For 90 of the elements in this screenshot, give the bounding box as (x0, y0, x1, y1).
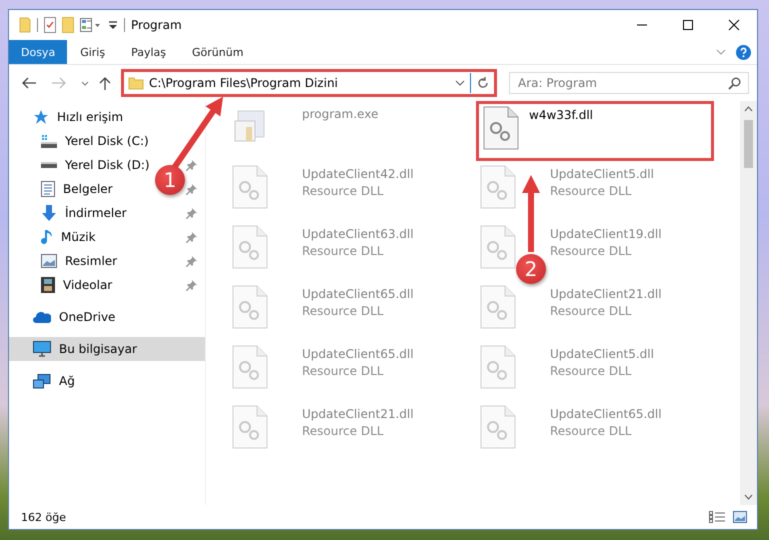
sidebar-label: Videolar (63, 278, 112, 292)
details-view-icon[interactable] (709, 511, 725, 523)
pin-icon[interactable] (186, 256, 197, 266)
file-name[interactable]: UpdateClient65.dll (302, 347, 414, 361)
down-arrow-icon (41, 205, 57, 221)
sidebar-label: Bu bilgisayar (59, 342, 137, 356)
sidebar-label: Müzik (61, 230, 96, 244)
sidebar-item[interactable]: Ağ (9, 369, 79, 393)
window-title: Program (131, 18, 182, 32)
back-arrow-icon[interactable] (21, 76, 37, 90)
document-icon (41, 181, 55, 197)
ribbon-tab[interactable]: Paylaş (118, 40, 179, 64)
drive-icon (41, 162, 57, 168)
large-icons-view-icon[interactable] (733, 511, 747, 523)
file-name[interactable]: UpdateClient63.dll (302, 227, 414, 241)
help-icon[interactable] (736, 44, 751, 60)
sidebar-item[interactable]: İndirmeler (9, 201, 131, 225)
sidebar-label: Yerel Disk (C:) (65, 134, 149, 148)
pin-icon[interactable] (186, 208, 197, 218)
sidebar-item[interactable]: Resimler (9, 249, 122, 273)
sidebar-item[interactable]: Yerel Disk (C:) (9, 129, 153, 153)
up-arrow-icon[interactable] (99, 76, 111, 90)
sidebar-item[interactable]: OneDrive (9, 305, 120, 329)
sidebar-item[interactable]: Bu bilgisayar (9, 337, 205, 361)
monitor-icon (33, 341, 51, 357)
file-name[interactable]: UpdateClient5.dll (550, 167, 654, 181)
folder-icon (128, 75, 144, 91)
up-chevron-icon[interactable] (744, 106, 753, 112)
file-description: Resource DLL (550, 184, 632, 198)
file-description: Resource DLL (302, 424, 384, 438)
sidebar-label: OneDrive (59, 310, 116, 324)
close-icon (728, 19, 740, 31)
sidebar-item[interactable]: Hızlı erişim (9, 105, 128, 129)
sidebar-item[interactable]: Belgeler (9, 177, 117, 201)
file-name[interactable]: program.exe (302, 107, 378, 121)
file-description: Resource DLL (302, 364, 384, 378)
chevron-icon[interactable] (81, 80, 89, 86)
file-name[interactable]: w4w33f.dll (529, 108, 593, 122)
film-icon (41, 277, 55, 293)
down-chevron-icon[interactable] (744, 494, 753, 500)
sidebar-label: İndirmeler (65, 206, 127, 220)
file-description: Resource DLL (550, 424, 632, 438)
pin-icon[interactable] (186, 184, 197, 194)
file-description: Resource DLL (302, 184, 384, 198)
sidebar-label: Belgeler (63, 182, 113, 196)
view-icon[interactable] (80, 18, 102, 32)
sidebar-item[interactable]: Müzik (9, 225, 100, 249)
scrollbar-thumb[interactable] (744, 120, 753, 168)
sidebar-item[interactable]: Yerel Disk (D:) (9, 153, 154, 177)
file-name[interactable]: UpdateClient19.dll (550, 227, 662, 241)
file-description: Resource DLL (550, 244, 632, 258)
sidebar-item[interactable]: Videolar (9, 273, 116, 297)
file-name[interactable]: UpdateClient65.dll (550, 407, 662, 421)
path-text: C:\Program Files\Program Dizini (149, 76, 339, 90)
network-icon (33, 374, 51, 388)
ribbon-tab[interactable]: Görünüm (179, 40, 256, 64)
drive-icon (41, 134, 57, 148)
refresh-icon[interactable] (476, 76, 490, 90)
ribbon-tab[interactable]: Giriş (67, 40, 118, 64)
picture-icon (41, 254, 57, 268)
cloud-icon (33, 312, 51, 322)
item-count: 162 öğe (21, 510, 66, 524)
pin-icon[interactable] (186, 280, 197, 290)
sidebar-label: Yerel Disk (D:) (65, 158, 150, 172)
file-name[interactable]: UpdateClient42.dll (302, 167, 414, 181)
search-icon (728, 77, 741, 90)
file-name[interactable]: UpdateClient21.dll (302, 407, 414, 421)
minimize-icon (636, 24, 648, 26)
chevron-icon[interactable] (455, 80, 465, 86)
file-name[interactable]: UpdateClient5.dll (550, 347, 654, 361)
file-description: Resource DLL (302, 304, 384, 318)
search-field[interactable]: Ara: Program (509, 72, 749, 94)
sidebar-label: Hızlı erişim (57, 110, 124, 124)
sidebar-label: Ağ (59, 374, 75, 388)
sidebar-label: Resimler (65, 254, 118, 268)
address-bar[interactable]: C:\Program Files\Program Dizini (121, 69, 497, 97)
file-description: Resource DLL (550, 364, 632, 378)
star-icon (33, 109, 49, 125)
file-description: Resource DLL (550, 304, 632, 318)
pin-icon[interactable] (186, 232, 197, 242)
maximize-icon (682, 19, 694, 31)
file-menu-tab[interactable]: Dosya (9, 40, 68, 64)
file-description: Resource DLL (302, 244, 384, 258)
file-name[interactable]: UpdateClient65.dll (302, 287, 414, 301)
properties-icon[interactable] (44, 17, 56, 33)
scrollbar[interactable] (740, 101, 757, 505)
dropdown-icon[interactable] (108, 20, 118, 30)
file-name[interactable]: UpdateClient21.dll (550, 287, 662, 301)
music-note-icon (41, 229, 53, 245)
pin-icon[interactable] (186, 160, 197, 170)
